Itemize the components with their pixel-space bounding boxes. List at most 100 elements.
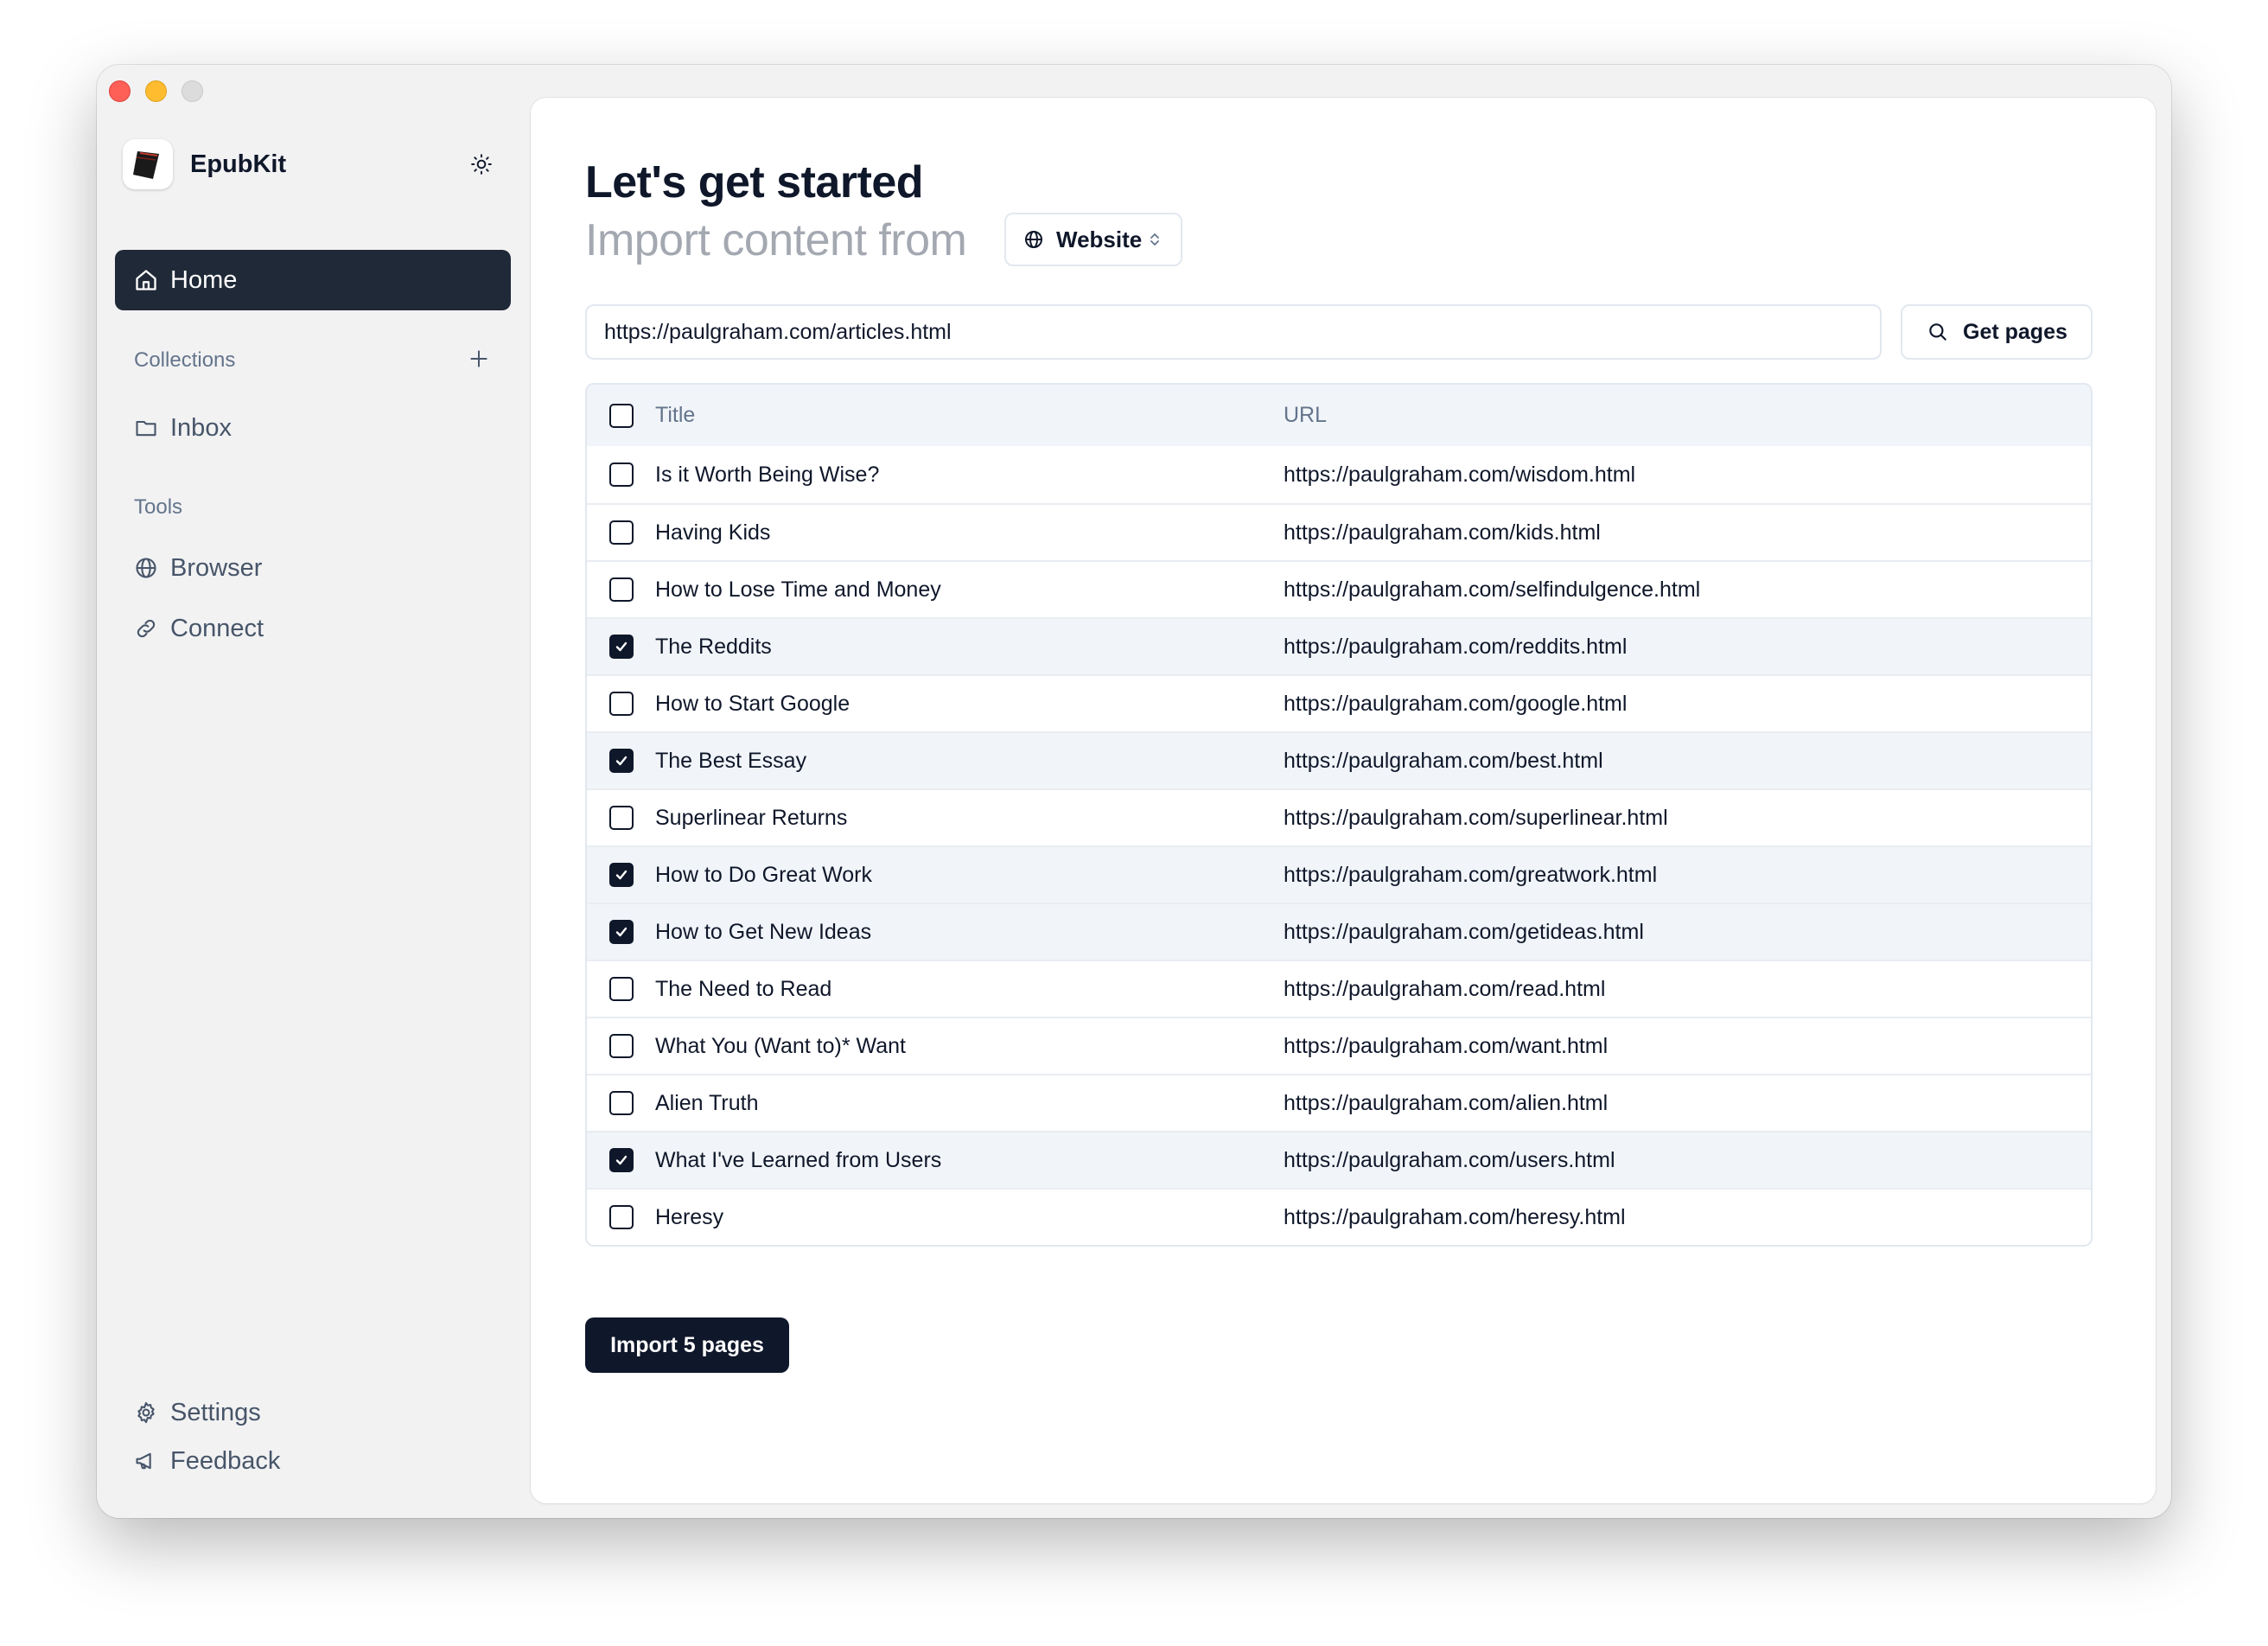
table-row[interactable]: How to Lose Time and Money https://paulgr… [587, 560, 2091, 617]
row-url: https://paulgraham.com/greatwork.html [1284, 862, 1658, 887]
row-url: https://paulgraham.com/want.html [1284, 1033, 1609, 1058]
row-checkbox[interactable] [609, 692, 634, 716]
plus-icon [470, 350, 487, 367]
row-url: https://paulgraham.com/wisdom.html [1284, 462, 1636, 487]
row-checkbox[interactable] [609, 520, 634, 545]
table-row[interactable]: How to Get New Ideas https://paulgraham.c… [587, 903, 2091, 960]
theme-toggle-button[interactable] [468, 151, 494, 177]
table-row[interactable]: Heresy https://paulgraham.com/heresy.html [587, 1188, 2091, 1245]
sun-icon [471, 154, 492, 175]
sidebar-item-label: Settings [170, 1398, 261, 1426]
sidebar-item-home[interactable]: Home [115, 250, 511, 310]
row-title: The Reddits [655, 634, 772, 659]
globe-icon [1023, 228, 1046, 251]
table-row[interactable]: The Need to Read https://paulgraham.com/r… [587, 960, 2091, 1017]
tools-heading: Tools [134, 495, 183, 519]
table-row[interactable]: Having Kids https://paulgraham.com/kids.h… [587, 503, 2091, 560]
row-checkbox[interactable] [609, 806, 634, 830]
row-checkbox[interactable] [609, 977, 634, 1001]
row-title: How to Do Great Work [655, 862, 873, 887]
row-url: https://paulgraham.com/alien.html [1284, 1090, 1609, 1115]
row-title: How to Lose Time and Money [655, 577, 941, 602]
sidebar-item-settings[interactable]: Settings [134, 1394, 261, 1432]
table-row[interactable]: What I've Learned from Users https://paul… [587, 1131, 2091, 1188]
row-title: Superlinear Returns [655, 805, 848, 830]
check-icon [615, 927, 628, 937]
row-checkbox[interactable] [609, 1205, 634, 1229]
row-title: Alien Truth [655, 1090, 759, 1115]
sidebar-item-label: Home [170, 265, 238, 294]
row-checkbox[interactable] [609, 863, 634, 887]
main-panel: Let's get started Import content from We… [531, 98, 2156, 1503]
row-url: https://paulgraham.com/superlinear.html [1284, 805, 1668, 830]
row-url: https://paulgraham.com/heresy.html [1284, 1204, 1626, 1229]
sidebar-item-connect[interactable]: Connect [134, 609, 264, 648]
select-all-checkbox[interactable] [609, 403, 634, 428]
link-icon [134, 616, 158, 641]
search-icon [1927, 320, 1951, 344]
sidebar-item-label: Inbox [170, 413, 232, 442]
row-url: https://paulgraham.com/reddits.html [1284, 634, 1628, 659]
row-checkbox[interactable] [609, 577, 634, 602]
folder-icon [134, 416, 158, 440]
page-title: Let's get started [585, 157, 924, 207]
sidebar-item-feedback[interactable]: Feedback [134, 1442, 280, 1480]
column-header-url: URL [1284, 403, 1328, 427]
check-icon [615, 1155, 628, 1165]
sidebar-item-label: Browser [170, 553, 263, 582]
check-icon [615, 641, 628, 652]
table-row[interactable]: The Reddits https://paulgraham.com/reddit… [587, 617, 2091, 674]
row-title: How to Start Google [655, 691, 850, 716]
row-url: https://paulgraham.com/best.html [1284, 748, 1603, 773]
import-pages-button[interactable]: Import 5 pages [585, 1317, 789, 1373]
row-checkbox[interactable] [609, 463, 634, 487]
check-icon [615, 756, 628, 766]
add-collection-button[interactable] [464, 344, 494, 373]
table-body: Is it Worth Being Wise? https://paulgraha… [587, 446, 2091, 1245]
table-row[interactable]: Is it Worth Being Wise? https://paulgraha… [587, 446, 2091, 503]
app-window: EpubKit Home Collections Inbox Tools Bro… [97, 65, 2171, 1518]
get-pages-label: Get pages [1963, 319, 2067, 344]
row-title: The Need to Read [655, 976, 832, 1001]
row-title: How to Get New Ideas [655, 919, 872, 944]
globe-icon [134, 556, 158, 580]
row-title: What I've Learned from Users [655, 1147, 942, 1172]
table-row[interactable]: Alien Truth https://paulgraham.com/alien.… [587, 1074, 2091, 1131]
row-url: https://paulgraham.com/google.html [1284, 691, 1628, 716]
table-header-row: Title URL [587, 385, 2091, 446]
pages-table: Title URL Is it Worth Being Wise? https:/… [585, 383, 2093, 1247]
row-title: Having Kids [655, 520, 771, 545]
row-checkbox[interactable] [609, 920, 634, 944]
app-logo-icon [123, 139, 173, 189]
row-checkbox[interactable] [609, 1148, 634, 1172]
sidebar: EpubKit Home Collections Inbox Tools Bro… [97, 65, 529, 1518]
table-row[interactable]: Superlinear Returns https://paulgraham.co… [587, 788, 2091, 845]
home-icon [134, 268, 158, 292]
row-checkbox[interactable] [609, 1034, 634, 1058]
row-title: What You (Want to)* Want [655, 1033, 906, 1058]
sidebar-item-inbox[interactable]: Inbox [134, 409, 232, 447]
check-icon [615, 870, 628, 880]
row-title: Heresy [655, 1204, 724, 1229]
table-row[interactable]: The Best Essay https://paulgraham.com/bes… [587, 731, 2091, 788]
row-url: https://paulgraham.com/kids.html [1284, 520, 1601, 545]
row-checkbox[interactable] [609, 749, 634, 773]
collections-heading: Collections [134, 348, 236, 372]
get-pages-button[interactable]: Get pages [1901, 304, 2093, 360]
brand: EpubKit [123, 138, 286, 190]
column-header-title: Title [655, 403, 696, 427]
url-input[interactable] [585, 304, 1882, 360]
source-select[interactable]: Website [1004, 213, 1182, 266]
table-row[interactable]: How to Do Great Work https://paulgraham.c… [587, 845, 2091, 903]
row-checkbox[interactable] [609, 1091, 634, 1115]
row-checkbox[interactable] [609, 635, 634, 659]
app-name: EpubKit [190, 150, 287, 178]
table-row[interactable]: What You (Want to)* Want https://paulgrah… [587, 1017, 2091, 1074]
source-select-value: Website [1056, 226, 1143, 252]
page-subtitle: Import content from [585, 215, 967, 265]
sidebar-item-browser[interactable]: Browser [134, 549, 262, 587]
table-row[interactable]: How to Start Google https://paulgraham.co… [587, 674, 2091, 731]
megaphone-icon [134, 1449, 158, 1473]
row-title: Is it Worth Being Wise? [655, 462, 880, 487]
gear-icon [134, 1400, 158, 1425]
